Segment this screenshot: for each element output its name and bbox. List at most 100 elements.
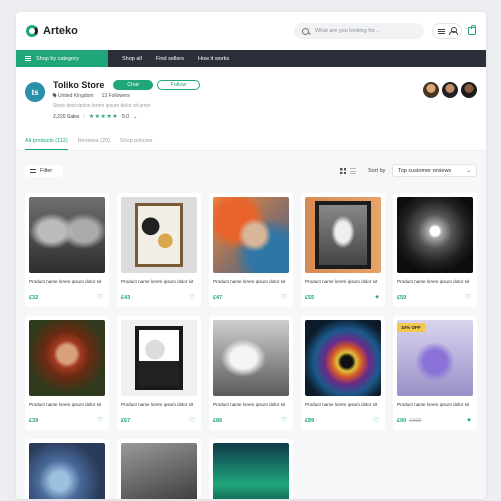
sort-select[interactable]: Top customer reviews ⌄ (392, 164, 477, 177)
product-image[interactable] (121, 443, 197, 499)
product-name: Product name lorem ipsum dolor sit (213, 279, 286, 284)
tab-all-products[interactable]: All products (112) (25, 138, 68, 150)
nav-link-how-it-works[interactable]: How it works (198, 56, 229, 62)
product-card[interactable]: Product name lorem ipsum dolor sit £55 ♥ (301, 193, 385, 307)
store-followers[interactable]: 13 Followers (102, 93, 130, 99)
owner-avatar[interactable] (461, 82, 477, 98)
store-avatar: ts (25, 82, 45, 102)
search-icon (302, 27, 309, 35)
filter-label: Filter (40, 168, 53, 174)
heart-icon[interactable]: ♡ (97, 294, 103, 301)
discount-badge: 10% OFF (397, 323, 425, 332)
product-card[interactable]: Product name lorem ipsum dolor sit £39 ♡ (25, 316, 109, 430)
view-toggle (340, 168, 356, 174)
heart-icon[interactable]: ♥ (375, 294, 379, 301)
product-price: £86 (213, 418, 223, 424)
nav-link-shop-all[interactable]: Shop all (122, 56, 142, 62)
owner-avatar[interactable] (423, 82, 439, 98)
product-name: Product name lorem ipsum dolor sit (29, 402, 102, 407)
tab-shop-policies[interactable]: Shop policies (120, 138, 153, 150)
product-name: Product name lorem ipsum dolor sit (397, 402, 470, 407)
product-price: £67 (121, 418, 131, 424)
filter-button[interactable]: Filter (25, 165, 63, 177)
product-card[interactable]: 10% OFF Product name lorem ipsum dolor s… (393, 316, 477, 430)
product-card[interactable]: Product name lorem ipsum dolor sit £67 ♡ (117, 316, 201, 430)
nav-link-find-sellers[interactable]: Find sellers (156, 56, 184, 62)
heart-icon[interactable]: ♡ (465, 294, 471, 301)
product-card[interactable] (117, 439, 201, 499)
product-price: £59 (397, 295, 407, 301)
rating-stars: ★★★★★ (88, 114, 119, 120)
grid-view-icon[interactable] (340, 168, 346, 174)
product-grid: Product name lorem ipsum dolor sit £32 ♡… (25, 193, 477, 499)
follow-button[interactable]: Follow (157, 80, 200, 90)
product-price: £89 (305, 418, 315, 424)
location-pin-icon (52, 92, 57, 98)
product-image[interactable] (29, 443, 105, 499)
top-icons (432, 23, 476, 39)
product-card[interactable]: Product name lorem ipsum dolor sit £47 ♡ (209, 193, 293, 307)
store-owners (423, 82, 477, 98)
product-image[interactable] (305, 197, 381, 273)
product-image[interactable] (397, 197, 473, 273)
product-image[interactable]: 10% OFF (397, 320, 473, 396)
heart-icon[interactable]: ♡ (281, 417, 287, 424)
product-image[interactable] (121, 197, 197, 273)
product-image[interactable] (213, 320, 289, 396)
sort-value: Top customer reviews (398, 167, 452, 174)
product-card[interactable] (25, 439, 109, 499)
product-image[interactable] (305, 320, 381, 396)
product-image[interactable] (121, 320, 197, 396)
product-card[interactable]: Product name lorem ipsum dolor sit £89 ♡ (301, 316, 385, 430)
logo-text: Arteko (43, 25, 78, 37)
shop-by-category-button[interactable]: Shop by category (16, 50, 108, 67)
store-location: United Kingdom (52, 92, 94, 99)
account-menu-button[interactable] (432, 23, 462, 39)
product-price: £39 (29, 418, 39, 424)
chat-button[interactable]: Chat (113, 80, 153, 90)
product-price: £90 £100 (397, 418, 422, 424)
user-icon (449, 27, 458, 35)
product-card[interactable]: Product name lorem ipsum dolor sit £59 ♡ (393, 193, 477, 307)
product-card[interactable]: Product name lorem ipsum dolor sit £86 ♡ (209, 316, 293, 430)
sort-label: Sort by (368, 168, 386, 174)
nav-bar: Shop by category Shop all Find sellers H… (16, 50, 486, 67)
product-card[interactable] (209, 439, 293, 499)
product-price: £47 (213, 295, 223, 301)
logo[interactable]: Arteko (26, 25, 78, 37)
product-card[interactable]: Product name lorem ipsum dolor sit £43 ♡ (117, 193, 201, 307)
list-view-icon[interactable] (350, 168, 356, 174)
heart-icon[interactable]: ♥ (467, 417, 471, 424)
heart-icon[interactable]: ♡ (189, 417, 195, 424)
store-name: Toliko Store (53, 80, 105, 90)
app-window: Arteko What are you looking for... Shop … (16, 12, 486, 499)
store-description: Store description lorem ipsum dolor sit … (53, 103, 151, 109)
shop-by-category-label: Shop by category (36, 55, 79, 62)
product-name: Product name lorem ipsum dolor sit (121, 402, 194, 407)
rating-value: 5.0 (122, 113, 130, 120)
tab-reviews[interactable]: Reviews (20) (78, 138, 110, 150)
product-image[interactable] (29, 320, 105, 396)
store-tabs: All products (112) Reviews (20) Shop pol… (25, 138, 153, 150)
heart-icon[interactable]: ♡ (189, 294, 195, 301)
chevron-down-icon[interactable]: ⌄ (133, 114, 137, 120)
menu-icon (25, 56, 31, 61)
search-input[interactable]: What are you looking for... (294, 23, 424, 39)
product-image[interactable] (213, 197, 289, 273)
product-name: Product name lorem ipsum dolor sit (305, 402, 378, 407)
bag-icon[interactable] (468, 25, 476, 35)
owner-avatar[interactable] (442, 82, 458, 98)
old-price: £100 (409, 418, 422, 424)
heart-icon[interactable]: ♡ (281, 294, 287, 301)
heart-icon[interactable]: ♡ (373, 417, 379, 424)
product-price: £55 (305, 295, 315, 301)
store-meta: United Kingdom 13 Followers (52, 92, 130, 99)
product-image[interactable] (213, 443, 289, 499)
product-image[interactable] (29, 197, 105, 273)
logo-icon (26, 25, 38, 37)
chevron-down-icon: ⌄ (466, 167, 471, 174)
store-header: ts Toliko Store Chat Follow United Kingd… (16, 67, 486, 151)
heart-icon[interactable]: ♡ (97, 417, 103, 424)
filter-icon (30, 169, 36, 173)
product-card[interactable]: Product name lorem ipsum dolor sit £32 ♡ (25, 193, 109, 307)
